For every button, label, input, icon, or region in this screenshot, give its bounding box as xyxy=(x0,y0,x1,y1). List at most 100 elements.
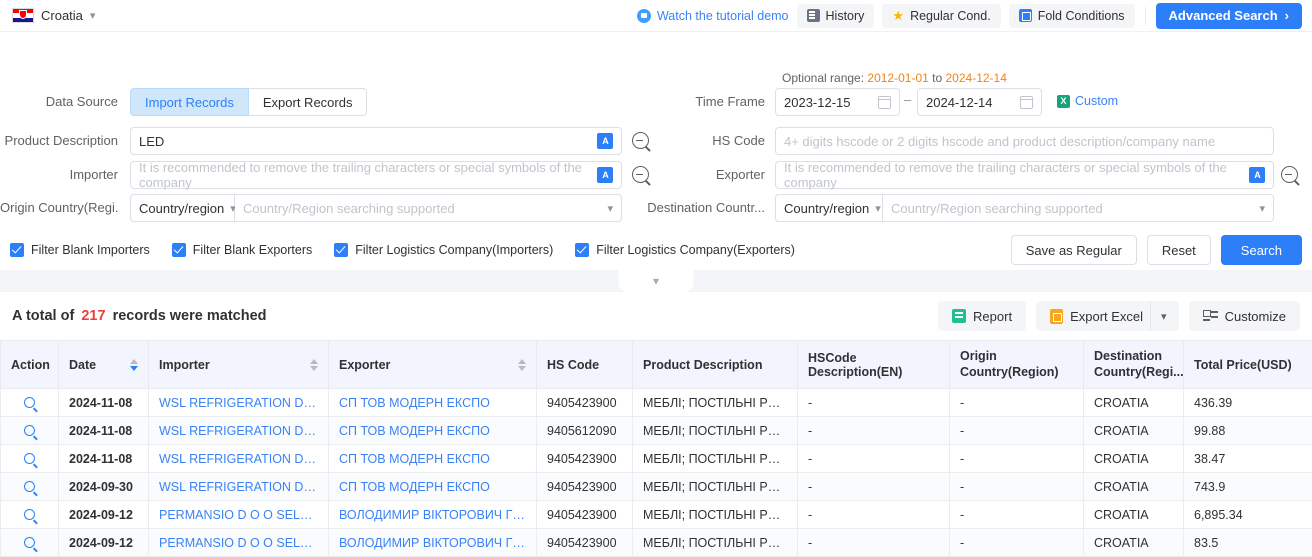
excel-icon xyxy=(1050,309,1063,324)
cell-importer[interactable]: WSL REFRIGERATION D O O O ... xyxy=(149,445,329,473)
sort-icon[interactable] xyxy=(310,359,318,371)
cell-action[interactable] xyxy=(1,445,59,473)
table-row[interactable]: 2024-11-08WSL REFRIGERATION D O O O ...С… xyxy=(1,445,1312,473)
table-row[interactable]: 2024-09-12PERMANSIO D O O SELCINSK...ВОЛ… xyxy=(1,529,1312,557)
exporter-link[interactable]: СП ТОВ МОДЕРН ЕКСПО xyxy=(339,396,526,410)
cell-action[interactable] xyxy=(1,473,59,501)
fold-conditions-button[interactable]: Fold Conditions xyxy=(1009,4,1135,28)
cell-product-description: МЕБЛІ; ПОСТІЛЬНІ РЕЧІ, ... xyxy=(633,389,798,417)
origin-country-input[interactable]: Country/Region searching supported ▾ xyxy=(235,194,622,222)
report-button[interactable]: Report xyxy=(938,301,1026,331)
optional-range-prefix: Optional range: xyxy=(782,71,864,85)
reset-button[interactable]: Reset xyxy=(1147,235,1211,265)
filter-logistics-exporters-label: Filter Logistics Company(Exporters) xyxy=(596,243,795,257)
importer-input[interactable]: It is recommended to remove the trailing… xyxy=(130,161,622,189)
col-date[interactable]: Date xyxy=(59,341,149,389)
filter-logistics-exporters-checkbox[interactable]: Filter Logistics Company(Exporters) xyxy=(575,243,795,257)
filter-logistics-importers-checkbox[interactable]: Filter Logistics Company(Importers) xyxy=(334,243,553,257)
custom-range-link[interactable]: Custom xyxy=(1057,94,1118,108)
cell-importer[interactable]: PERMANSIO D O O SELCINSK... xyxy=(149,501,329,529)
cell-action[interactable] xyxy=(1,529,59,557)
cell-importer[interactable]: PERMANSIO D O O SELCINSK... xyxy=(149,529,329,557)
cell-action[interactable] xyxy=(1,501,59,529)
cell-destination-country: CROATIA xyxy=(1084,445,1184,473)
customize-button[interactable]: Customize xyxy=(1189,301,1300,331)
exporter-link[interactable]: СП ТОВ МОДЕРН ЕКСПО xyxy=(339,480,526,494)
importer-label: Importer xyxy=(0,161,118,189)
chevron-right-icon: › xyxy=(1285,8,1289,23)
cell-exporter[interactable]: СП ТОВ МОДЕРН ЕКСПО xyxy=(329,473,537,501)
cell-importer[interactable]: WSL REFRIGERATION D O O O ... xyxy=(149,389,329,417)
table-row[interactable]: 2024-09-12PERMANSIO D O O SELCINSK...ВОЛ… xyxy=(1,501,1312,529)
time-frame-separator: – xyxy=(904,92,911,107)
exporter-link[interactable]: СП ТОВ МОДЕРН ЕКСПО xyxy=(339,424,526,438)
view-detail-icon[interactable] xyxy=(11,481,48,492)
view-detail-icon[interactable] xyxy=(11,537,48,548)
view-detail-icon[interactable] xyxy=(11,425,48,436)
translate-icon[interactable]: A xyxy=(1249,167,1265,183)
export-records-tab[interactable]: Export Records xyxy=(249,88,368,116)
importer-link[interactable]: PERMANSIO D O O SELCINSK... xyxy=(159,508,318,522)
importer-link[interactable]: WSL REFRIGERATION D O O O ... xyxy=(159,452,318,466)
search-button[interactable]: Search xyxy=(1221,235,1302,265)
history-button[interactable]: History xyxy=(797,4,875,28)
cell-total-price: 99.88 xyxy=(1184,417,1312,445)
regular-cond-button[interactable]: ★ Regular Cond. xyxy=(882,4,1000,28)
time-frame-start-input[interactable]: 2023-12-15 xyxy=(775,88,900,116)
cell-origin-country: - xyxy=(950,501,1084,529)
table-row[interactable]: 2024-11-08WSL REFRIGERATION D O O O ...С… xyxy=(1,389,1312,417)
export-excel-dropdown-caret[interactable]: ▾ xyxy=(1150,301,1179,331)
cell-total-price: 743.9 xyxy=(1184,473,1312,501)
view-detail-icon[interactable] xyxy=(11,397,48,408)
importer-link[interactable]: WSL REFRIGERATION D O O O ... xyxy=(159,424,318,438)
product-description-input[interactable]: LED A xyxy=(130,127,622,155)
time-frame-end-input[interactable]: 2024-12-14 xyxy=(917,88,1042,116)
table-row[interactable]: 2024-11-08WSL REFRIGERATION D O O O ...С… xyxy=(1,417,1312,445)
cell-product-description: МЕБЛІ; ПОСТІЛЬНІ РЕЧІ, ... xyxy=(633,417,798,445)
cell-importer[interactable]: WSL REFRIGERATION D O O O ... xyxy=(149,417,329,445)
exporter-link[interactable]: СП ТОВ МОДЕРН ЕКСПО xyxy=(339,452,526,466)
col-importer[interactable]: Importer xyxy=(149,341,329,389)
cell-destination-country: CROATIA xyxy=(1084,473,1184,501)
exporter-link[interactable]: ВОЛОДИМИР ВІКТОРОВИЧ ГРОЗА ... xyxy=(339,508,526,522)
sort-icon[interactable] xyxy=(130,359,138,371)
importer-link[interactable]: WSL REFRIGERATION D O O O ... xyxy=(159,396,318,410)
translate-icon[interactable]: A xyxy=(597,133,613,149)
cell-action[interactable] xyxy=(1,389,59,417)
export-excel-button[interactable]: Export Excel ▾ xyxy=(1036,301,1179,331)
import-records-tab[interactable]: Import Records xyxy=(130,88,249,116)
cell-exporter[interactable]: ВОЛОДИМИР ВІКТОРОВИЧ ГРОЗА ... xyxy=(329,529,537,557)
cell-exporter[interactable]: СП ТОВ МОДЕРН ЕКСПО xyxy=(329,389,537,417)
save-as-regular-button[interactable]: Save as Regular xyxy=(1011,235,1137,265)
cell-exporter[interactable]: ВОЛОДИМИР ВІКТОРОВИЧ ГРОЗА ... xyxy=(329,501,537,529)
destination-country-input[interactable]: Country/Region searching supported ▾ xyxy=(883,194,1274,222)
filter-blank-exporters-checkbox[interactable]: Filter Blank Exporters xyxy=(172,243,312,257)
hs-code-input[interactable]: 4+ digits hscode or 2 digits hscode and … xyxy=(775,127,1274,155)
cell-exporter[interactable]: СП ТОВ МОДЕРН ЕКСПО xyxy=(329,445,537,473)
data-source-segmented[interactable]: Import Records Export Records xyxy=(130,88,367,116)
importer-link[interactable]: PERMANSIO D O O SELCINSK... xyxy=(159,536,318,550)
translate-icon[interactable]: A xyxy=(597,167,613,183)
col-exporter[interactable]: Exporter xyxy=(329,341,537,389)
exporter-input[interactable]: It is recommended to remove the trailing… xyxy=(775,161,1274,189)
exporter-link[interactable]: ВОЛОДИМИР ВІКТОРОВИЧ ГРОЗА ... xyxy=(339,536,526,550)
chevron-down-icon: ▾ xyxy=(607,202,613,215)
sort-icon[interactable] xyxy=(518,359,526,371)
destination-country-type-select[interactable]: Country/region ▾ xyxy=(775,194,883,222)
cell-hscode-description: - xyxy=(798,389,950,417)
watch-tutorial-demo-link[interactable]: Watch the tutorial demo xyxy=(637,9,789,23)
view-detail-icon[interactable] xyxy=(11,509,48,520)
filter-blank-importers-checkbox[interactable]: Filter Blank Importers xyxy=(10,243,150,257)
country-selector[interactable]: Croatia ▾ xyxy=(12,8,95,23)
advanced-search-button[interactable]: Advanced Search › xyxy=(1156,3,1302,29)
cell-exporter[interactable]: СП ТОВ МОДЕРН ЕКСПО xyxy=(329,417,537,445)
collapse-panel-button[interactable]: ▾ xyxy=(619,270,694,292)
cell-action[interactable] xyxy=(1,417,59,445)
exporter-lookup-icon[interactable] xyxy=(1281,166,1298,183)
chevron-down-icon: ▾ xyxy=(90,9,96,22)
table-row[interactable]: 2024-09-30WSL REFRIGERATION D O O O ...С… xyxy=(1,473,1312,501)
view-detail-icon[interactable] xyxy=(11,453,48,464)
importer-link[interactable]: WSL REFRIGERATION D O O O ... xyxy=(159,480,318,494)
cell-importer[interactable]: WSL REFRIGERATION D O O O ... xyxy=(149,473,329,501)
origin-country-type-select[interactable]: Country/region ▾ xyxy=(130,194,235,222)
